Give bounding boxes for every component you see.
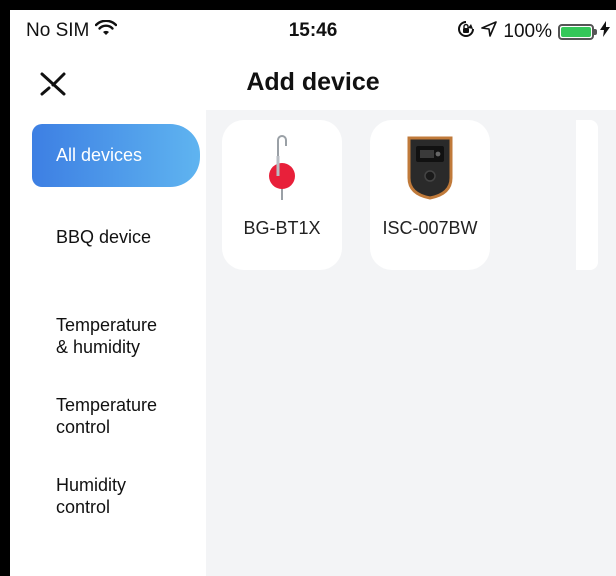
location-icon [481, 21, 498, 43]
status-right: 100% [457, 20, 610, 44]
page-title: Add device [246, 68, 380, 96]
battery-percent: 100% [503, 21, 552, 42]
sidebar-item-label: All devices [56, 145, 143, 165]
device-name: BG-BT1X [243, 218, 321, 238]
sidebar-item-bbq[interactable]: BBQ device [32, 226, 200, 248]
controller-icon [370, 134, 490, 204]
device-name: ISC-007BW [382, 218, 478, 238]
sidebar-item-label: Humidity control [56, 475, 127, 517]
sidebar-item-label: Temperature & humidity [56, 315, 158, 357]
device-card-bg-bt1x[interactable]: BG-BT1X [222, 120, 342, 270]
probe-icon [222, 134, 342, 204]
sidebar-item-all-devices[interactable]: All devices [32, 124, 200, 187]
status-bar: No SIM 15:46 100% [10, 10, 616, 54]
sidebar-item-label: Temperature control [56, 395, 158, 437]
nav-header: Add device [10, 54, 616, 110]
app-screen: No SIM 15:46 100% Add device All devices… [10, 10, 616, 576]
device-grid: BG-BT1X ISC-007BW [206, 110, 616, 576]
sidebar-item-temp-control[interactable]: Temperature control [32, 372, 200, 460]
sidebar-item-label: BBQ device [56, 227, 152, 247]
battery-icon [558, 24, 597, 40]
category-sidebar: All devices BBQ device Temperature & hum… [10, 110, 206, 576]
sidebar-item-humidity-control[interactable]: Humidity control [32, 452, 200, 540]
device-card-partial [576, 120, 616, 270]
charging-icon [600, 21, 610, 43]
device-card-isc-007bw[interactable]: ISC-007BW [370, 120, 490, 270]
sidebar-item-temp-humidity[interactable]: Temperature & humidity [32, 292, 200, 380]
orientation-lock-icon [457, 20, 475, 44]
